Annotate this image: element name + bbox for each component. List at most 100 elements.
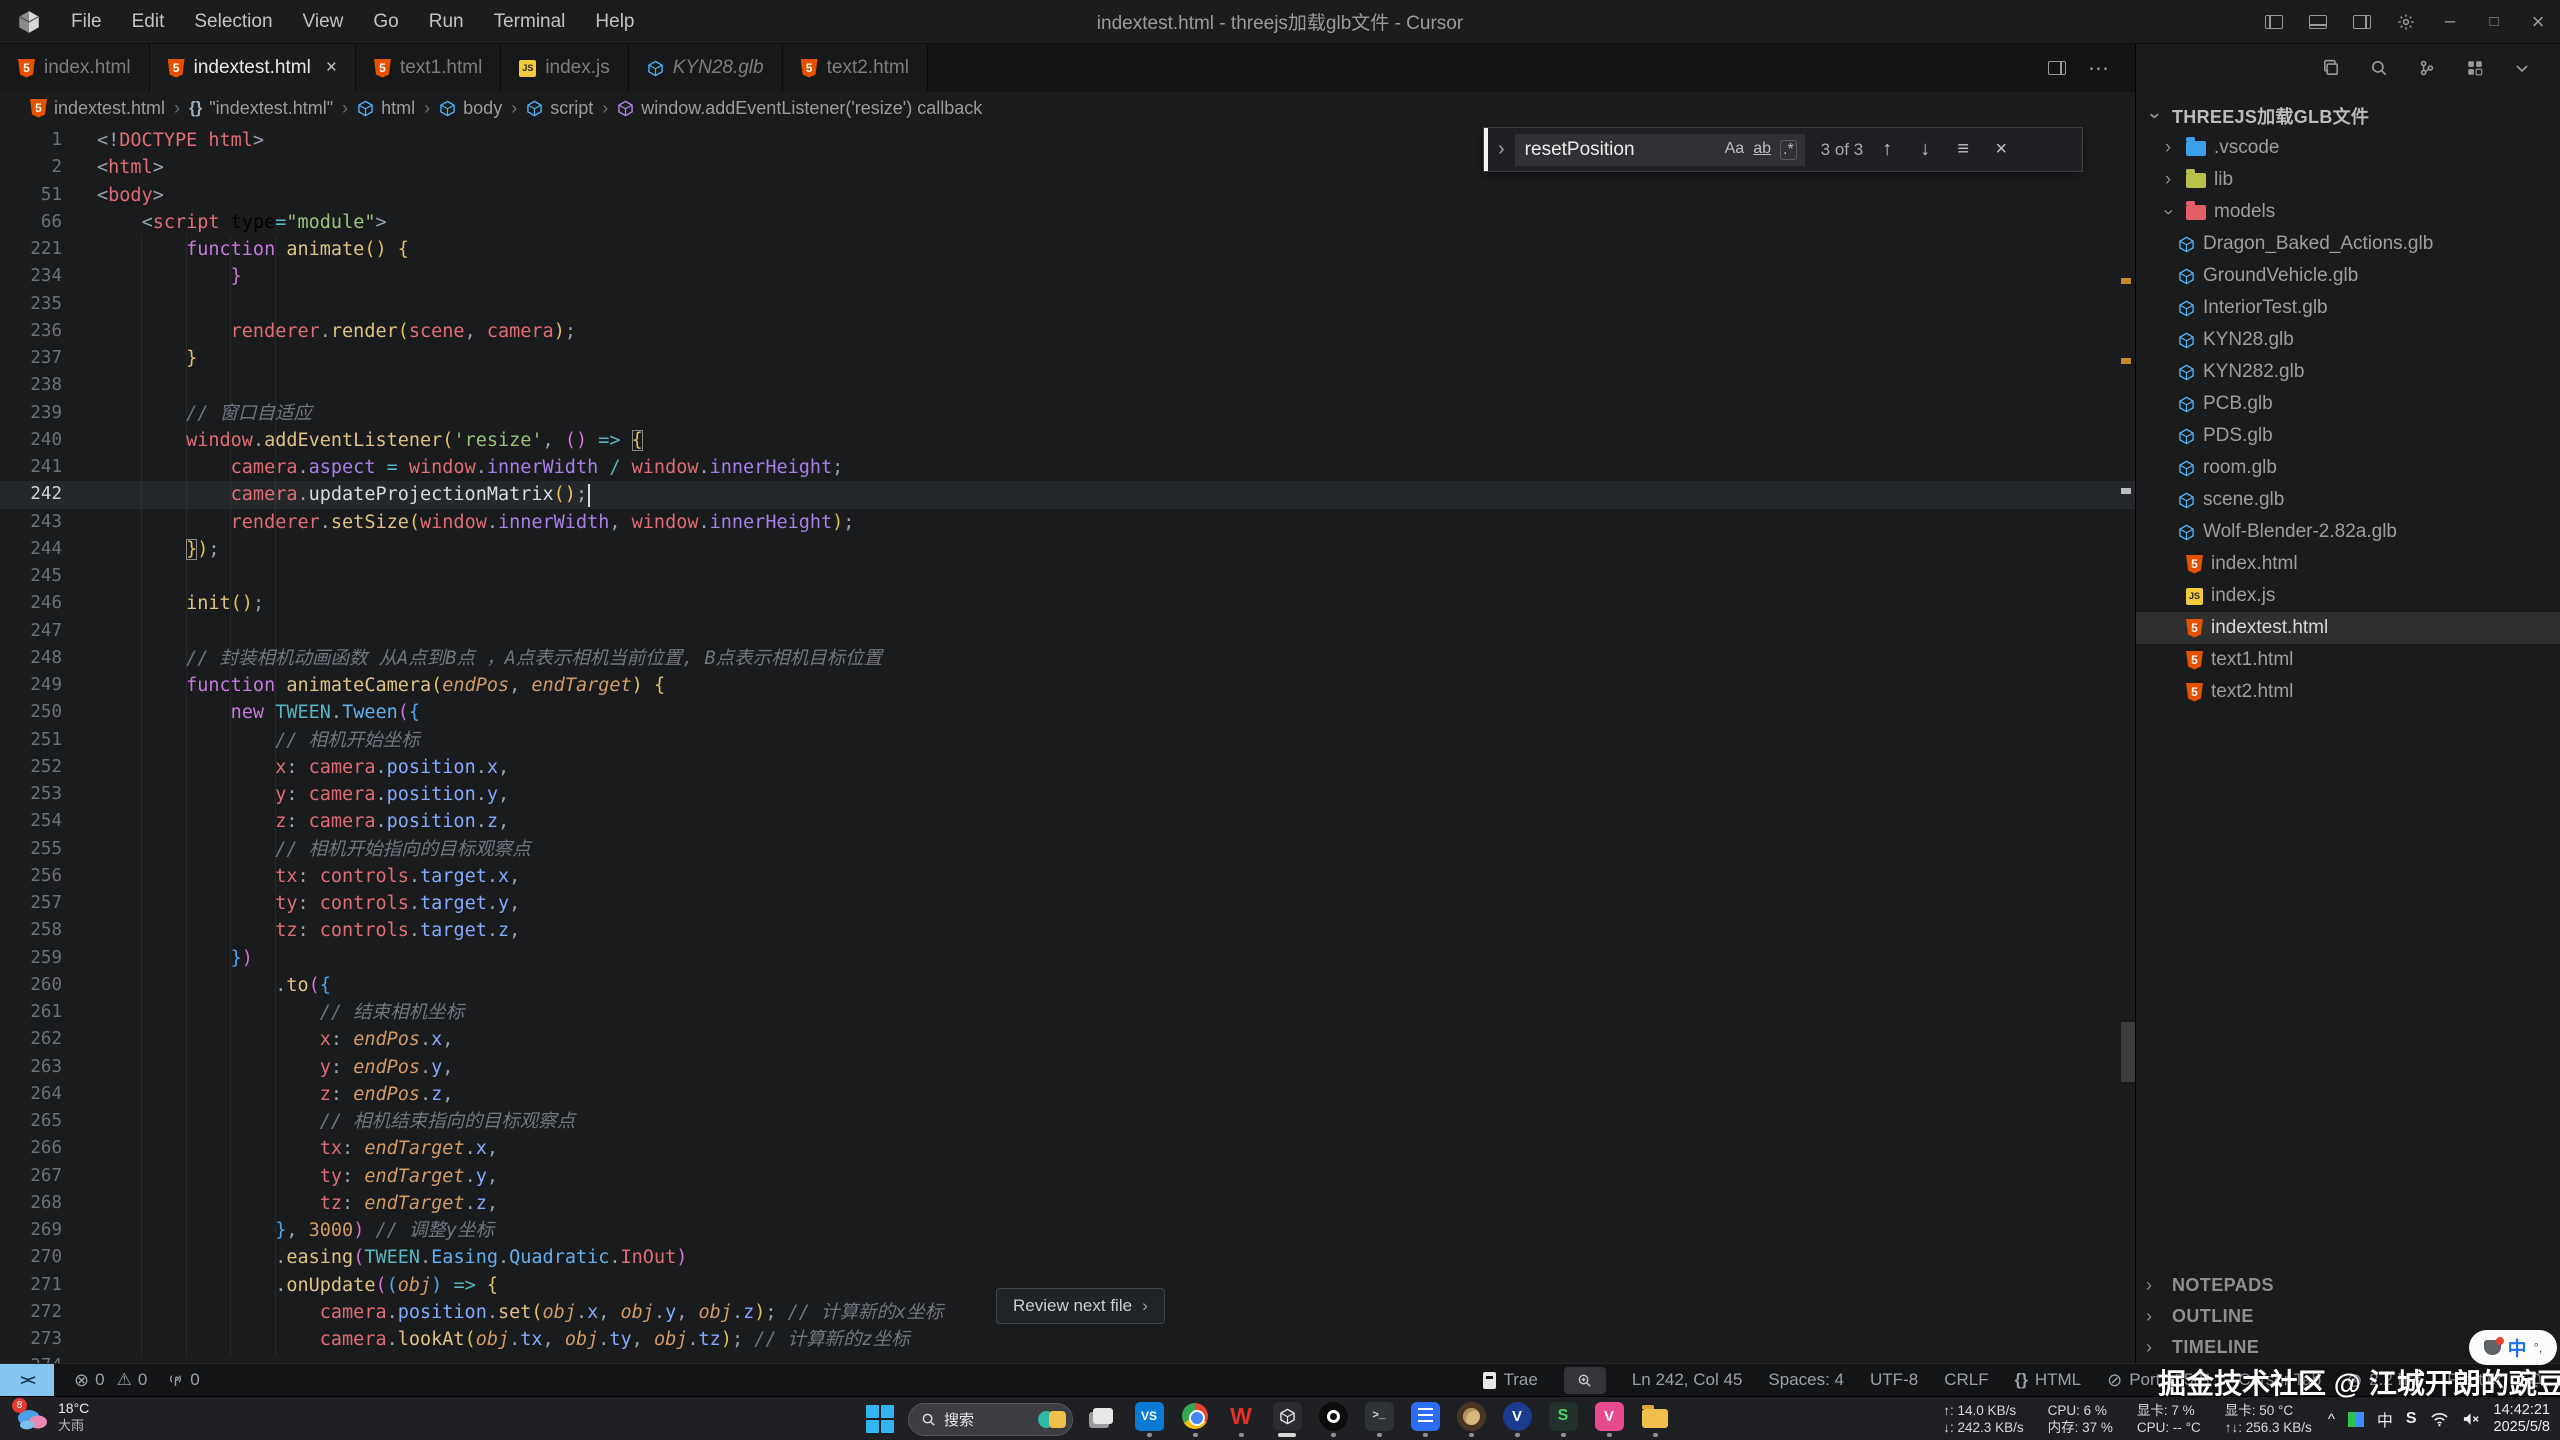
code-line-273[interactable]: 273 camera.lookAt(obj.tx, obj.ty, obj.tz… bbox=[0, 1326, 2135, 1353]
volume-muted-icon[interactable] bbox=[2462, 1411, 2481, 1427]
code-line-251[interactable]: 251 // 相机开始坐标 bbox=[0, 727, 2135, 754]
menu-go[interactable]: Go bbox=[358, 11, 413, 33]
code-line-246[interactable]: 246 init(); bbox=[0, 590, 2135, 617]
taskbar-app-terminal[interactable]: >_ bbox=[1362, 1399, 1396, 1439]
close-icon[interactable]: × bbox=[326, 57, 337, 79]
code-line-260[interactable]: 260 .to({ bbox=[0, 972, 2135, 999]
code-line-270[interactable]: 270 .easing(TWEEN.Easing.Quadratic.InOut… bbox=[0, 1244, 2135, 1271]
code-line-248[interactable]: 248 // 封装相机动画函数 从A点到B点 ，A点表示相机当前位置, B点表示… bbox=[0, 645, 2135, 672]
code-line-51[interactable]: 51<body> bbox=[0, 182, 2135, 209]
trae-indicator[interactable]: Trae bbox=[1483, 1370, 1537, 1390]
code-line-254[interactable]: 254 z: camera.position.z, bbox=[0, 808, 2135, 835]
breadcrumb-item[interactable]: {}"indextest.html" bbox=[189, 98, 333, 119]
toggle-sidebar-left-icon[interactable] bbox=[2252, 0, 2296, 44]
find-close-icon[interactable]: × bbox=[1987, 138, 2015, 161]
tab-index.js[interactable]: JSindex.js bbox=[501, 44, 628, 92]
tree-item-index.js[interactable]: JSindex.js bbox=[2136, 580, 2560, 612]
tray-expand-icon[interactable]: ^ bbox=[2328, 1411, 2335, 1428]
search-icon[interactable] bbox=[2370, 59, 2388, 77]
breadcrumb-item[interactable]: body bbox=[439, 98, 502, 119]
more-actions-icon[interactable]: ⋯ bbox=[2088, 56, 2109, 81]
code-line-259[interactable]: 259 }) bbox=[0, 945, 2135, 972]
code-line-253[interactable]: 253 y: camera.position.y, bbox=[0, 781, 2135, 808]
toggle-sidebar-right-icon[interactable] bbox=[2340, 0, 2384, 44]
find-next-icon[interactable]: ↓ bbox=[1911, 138, 1939, 161]
chevron-down-icon[interactable] bbox=[2514, 60, 2530, 76]
code-line-237[interactable]: 237 } bbox=[0, 345, 2135, 372]
code-line-264[interactable]: 264 z: endPos.z, bbox=[0, 1081, 2135, 1108]
tree-item-scene.glb[interactable]: scene.glb bbox=[2136, 484, 2560, 516]
source-control-icon[interactable] bbox=[2418, 59, 2436, 77]
remote-indicator[interactable]: >< bbox=[0, 1364, 54, 1397]
section-outline[interactable]: ›OUTLINE bbox=[2136, 1301, 2560, 1332]
stat-column[interactable]: CPU: 6 %内存: 37 % bbox=[2048, 1402, 2113, 1436]
status-ln-242-col-45[interactable]: Ln 242, Col 45 bbox=[1632, 1370, 1743, 1390]
close-button[interactable]: × bbox=[2516, 0, 2560, 44]
code-line-221[interactable]: 221 function animate() { bbox=[0, 236, 2135, 263]
tree-item-index.html[interactable]: 5index.html bbox=[2136, 548, 2560, 580]
taskbar-app-cursor[interactable] bbox=[1270, 1399, 1304, 1439]
tree-item-lib[interactable]: ›lib bbox=[2136, 164, 2560, 196]
menu-view[interactable]: View bbox=[288, 11, 359, 33]
stat-column[interactable]: 显卡: 50 °C↑↓: 256.3 KB/s bbox=[2225, 1402, 2312, 1436]
feedback-indicator[interactable]: 0 bbox=[167, 1370, 199, 1390]
taskbar-app-folder[interactable] bbox=[1638, 1399, 1672, 1439]
menu-selection[interactable]: Selection bbox=[179, 11, 287, 33]
section-notepads[interactable]: ›NOTEPADS bbox=[2136, 1270, 2560, 1301]
code-line-252[interactable]: 252 x: camera.position.x, bbox=[0, 754, 2135, 781]
code-line-240[interactable]: 240 window.addEventListener('resize', ()… bbox=[0, 427, 2135, 454]
menu-file[interactable]: File bbox=[56, 11, 117, 33]
code-line-239[interactable]: 239 // 窗口自适应 bbox=[0, 400, 2135, 427]
tree-item-room.glb[interactable]: room.glb bbox=[2136, 452, 2560, 484]
tab-text1.html[interactable]: 5text1.html bbox=[356, 44, 501, 92]
code-line-262[interactable]: 262 x: endPos.x, bbox=[0, 1026, 2135, 1053]
taskbar-app-pinkapp[interactable]: V bbox=[1592, 1399, 1626, 1439]
extensions-icon[interactable] bbox=[2466, 59, 2484, 77]
tree-item-models[interactable]: ›models bbox=[2136, 196, 2560, 228]
weather-widget[interactable]: 8 18°C 大雨 bbox=[14, 1400, 89, 1434]
code-line-66[interactable]: 66 <script type="module"> bbox=[0, 209, 2135, 236]
taskbar-app-dimsum[interactable] bbox=[1454, 1399, 1488, 1439]
zoom-tool-button[interactable] bbox=[1564, 1367, 1606, 1394]
tree-item-text2.html[interactable]: 5text2.html bbox=[2136, 676, 2560, 708]
code-line-243[interactable]: 243 renderer.setSize(window.innerWidth, … bbox=[0, 509, 2135, 536]
tab-text2.html[interactable]: 5text2.html bbox=[783, 44, 928, 92]
ime-indicator[interactable]: 中 °, bbox=[2469, 1330, 2557, 1365]
taskbar-search[interactable]: 搜索 bbox=[908, 1403, 1073, 1436]
find-in-selection-icon[interactable]: ≡ bbox=[1949, 138, 1977, 161]
wifi-icon[interactable] bbox=[2430, 1411, 2449, 1427]
taskbar-clock[interactable]: 14:42:21 2025/5/8 bbox=[2494, 1402, 2550, 1436]
taskbar-app-notes[interactable] bbox=[1408, 1399, 1442, 1439]
tree-item-KYN282.glb[interactable]: KYN282.glb bbox=[2136, 356, 2560, 388]
tree-item-indextest.html[interactable]: 5indextest.html bbox=[2136, 612, 2560, 644]
code-line-257[interactable]: 257 ty: controls.target.y, bbox=[0, 890, 2135, 917]
tree-item-PCB.glb[interactable]: PCB.glb bbox=[2136, 388, 2560, 420]
code-line-236[interactable]: 236 renderer.render(scene, camera); bbox=[0, 318, 2135, 345]
stat-column[interactable]: 显卡: 7 %CPU: -- °C bbox=[2137, 1402, 2201, 1436]
start-button[interactable] bbox=[865, 1404, 895, 1434]
taskbar-app-darkapp[interactable]: S bbox=[1546, 1399, 1580, 1439]
status-spaces-4[interactable]: Spaces: 4 bbox=[1768, 1370, 1844, 1390]
breadcrumb-item[interactable]: 5indextest.html bbox=[30, 98, 165, 119]
color-ime-icon[interactable] bbox=[2348, 1412, 2364, 1427]
code-line-235[interactable]: 235 bbox=[0, 291, 2135, 318]
tree-item-PDS.glb[interactable]: PDS.glb bbox=[2136, 420, 2560, 452]
breadcrumb-item[interactable]: window.addEventListener('resize') callba… bbox=[617, 98, 982, 119]
language-mode[interactable]: {}HTML bbox=[2015, 1370, 2082, 1390]
maximize-button[interactable]: □ bbox=[2472, 0, 2516, 44]
tree-root[interactable]: ›THREEJS加载GLB文件 bbox=[2136, 100, 2560, 132]
code-line-267[interactable]: 267 ty: endTarget.y, bbox=[0, 1163, 2135, 1190]
taskbar-app-task-view[interactable] bbox=[1086, 1399, 1120, 1439]
code-line-250[interactable]: 250 new TWEEN.Tween({ bbox=[0, 699, 2135, 726]
toggle-panel-icon[interactable] bbox=[2296, 0, 2340, 44]
menu-edit[interactable]: Edit bbox=[117, 11, 180, 33]
taskbar-app-obs[interactable] bbox=[1316, 1399, 1350, 1439]
code-line-241[interactable]: 241 camera.aspect = window.innerWidth / … bbox=[0, 454, 2135, 481]
taskbar-app-wps[interactable]: W bbox=[1224, 1399, 1258, 1439]
tree-item-Dragon_Baked_Actions.glb[interactable]: Dragon_Baked_Actions.glb bbox=[2136, 228, 2560, 260]
code-line-256[interactable]: 256 tx: controls.target.x, bbox=[0, 863, 2135, 890]
minimize-button[interactable]: – bbox=[2428, 0, 2472, 44]
tab-KYN28.glb[interactable]: KYN28.glb bbox=[629, 44, 783, 92]
ime-mode-indicator[interactable]: 中 bbox=[2377, 1407, 2393, 1431]
gear-icon[interactable] bbox=[2384, 0, 2428, 44]
